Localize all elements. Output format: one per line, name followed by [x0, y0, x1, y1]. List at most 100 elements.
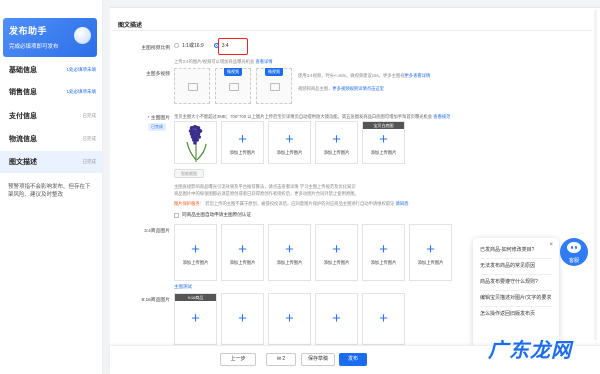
- plus-icon: +: [238, 241, 247, 258]
- video-rules-link[interactable]: 更多视频规则详情点击这里: [332, 86, 384, 91]
- sidebar: 发布助手 完成必填项即可发布 基础信息 1处必填项未填 销售信息 1处必填项未填…: [0, 0, 103, 374]
- top-strip: [110, 0, 600, 8]
- main-image-hint: 宝贝主图大小不能超过3MB；700*700 以上图片上传后宝贝详情页自动提供放大…: [174, 114, 450, 120]
- sidebar-item-sales[interactable]: 销售信息 1处必填项未填: [0, 81, 102, 103]
- upload-caption: 添加上传图片: [370, 150, 397, 155]
- ratio916-caption: 9:16商品: [175, 294, 216, 301]
- envelope-icon: ✉: [276, 356, 282, 362]
- sidebar-item-status: 已完成: [82, 159, 97, 164]
- completed-badge: 已完成: [148, 123, 166, 131]
- upload-image-slot[interactable]: + 添加上传图片: [221, 121, 264, 164]
- upload-34-slot[interactable]: + 添加上传图片: [268, 224, 311, 281]
- ratio-option-1-1[interactable]: 1:1或16:9: [174, 42, 204, 49]
- protect-link[interactable]: 请知悉: [396, 201, 409, 206]
- smart-crop-button[interactable]: 智能裁图: [174, 169, 204, 178]
- upload-caption: 添加上传图片: [276, 260, 303, 265]
- plus-icon: +: [285, 310, 294, 327]
- warning-tip: 预警项指不会影响发布、但存在下架风险、建议及时整改: [8, 184, 91, 198]
- upload-34-slot[interactable]: + 添加上传图片: [362, 224, 405, 281]
- lightbulb-icon: [74, 27, 91, 44]
- product-image[interactable]: [174, 121, 217, 164]
- upload-34-slot[interactable]: + 添加上传图片: [315, 224, 358, 281]
- plus-icon: +: [238, 310, 247, 327]
- plus-icon: +: [426, 241, 435, 258]
- divider: [112, 30, 592, 31]
- sidebar-item-basic[interactable]: 基础信息 1处必填项未填: [0, 59, 102, 81]
- upload-34-slot[interactable]: + 添加上传图片: [221, 224, 264, 281]
- customer-service-button[interactable]: 客服: [560, 238, 588, 266]
- sidebar-item-description[interactable]: 图文描述 已完成: [0, 151, 102, 173]
- ratio-detail-link[interactable]: 查看详情: [255, 59, 272, 64]
- publish-button[interactable]: 发布: [339, 353, 367, 366]
- plus-icon: +: [379, 310, 388, 327]
- upload-image-slot[interactable]: + 添加上传图片: [315, 121, 358, 164]
- video-slot[interactable]: [174, 68, 210, 104]
- ratio-label: 主图视频比例: [141, 46, 170, 51]
- publish-assistant-card[interactable]: 发布助手 完成必填项即可发布: [3, 18, 97, 57]
- upload-caption: 添加上传图片: [370, 260, 397, 265]
- assistant-label: 客服: [568, 258, 579, 264]
- upload-caption: 添加上传图片: [276, 150, 303, 155]
- faq-item[interactable]: 已发商品-如何修改类目?: [480, 243, 552, 259]
- upload-caption: 添加上传图片: [229, 150, 256, 155]
- grape-hyacinth-image: [175, 122, 216, 163]
- hint-text: 使用3:4视频，时长<=60s，微视频建议15s，更多主图视: [298, 73, 405, 78]
- faq-item[interactable]: 商品发布要遵守什么规则?: [480, 275, 552, 291]
- video-hint-2: 视频和商品主图，更多视频规则详情点击这里: [298, 86, 384, 92]
- video-hint-1: 使用3:4视频，时长<=60s，微视频建议15s，更多主图视更多查看详情: [298, 73, 430, 79]
- sidebar-item-status: 1处必填项未填: [66, 67, 96, 72]
- ratio-hint: 上传3:4的图片/视频可以增加商品曝光机会 查看详情: [174, 59, 273, 65]
- video-tag: 微视频: [224, 68, 242, 76]
- upload-916-slot[interactable]: +: [268, 293, 311, 345]
- upload-916-slot[interactable]: 9:16商品 +: [174, 293, 217, 345]
- upload-caption: 添加上传图片: [323, 260, 350, 265]
- hint-text: 宝贝主图大小不能超过3MB；700*700 以上图片上传后宝贝详情页自动提供放大…: [174, 114, 433, 119]
- sidebar-item-logistics[interactable]: 物流信息 已完成: [0, 128, 102, 150]
- faq-item[interactable]: 怎么操作返回旧版发布页: [480, 307, 552, 322]
- upload-caption: 添加上传图片: [229, 260, 256, 265]
- sidebar-item-label: 基础信息: [9, 67, 37, 74]
- checkbox-icon: [174, 212, 179, 218]
- white-bg-caption: 宝贝白底图: [363, 122, 404, 129]
- upload-916-slot[interactable]: +: [362, 293, 405, 345]
- radio-label: 1:1或16:9: [182, 43, 204, 49]
- info-paragraph-1: 主图直接影响商品曝光引流效果及平台推荐算法，请点击查看详情 学习主图上传规范及优…: [174, 184, 356, 189]
- ratio916-label: 9:16商品图片: [141, 298, 170, 303]
- sidebar-item-status: 已完成: [82, 136, 97, 141]
- upload-white-bg-slot[interactable]: 宝贝白底图 + 添加上传图片: [362, 121, 405, 164]
- upload-916-slot[interactable]: +: [315, 293, 358, 345]
- hint-text: 视频和商品主图，: [298, 86, 333, 91]
- upload-916-slot[interactable]: +: [221, 293, 264, 345]
- upload-image-slot[interactable]: + 添加上传图片: [268, 121, 311, 164]
- main-test-link[interactable]: 主图测试: [174, 284, 192, 290]
- close-icon[interactable]: ×: [549, 242, 553, 248]
- video-slot[interactable]: 微视频: [256, 68, 292, 104]
- robot-icon: [567, 242, 581, 253]
- plus-icon: +: [332, 310, 341, 327]
- plus-icon: +: [191, 241, 200, 258]
- faq-item[interactable]: 编辑宝贝描述对图片/文字的要求: [480, 291, 552, 307]
- upload-34-slot[interactable]: + 添加上传图片: [409, 224, 452, 281]
- save-draft-button[interactable]: 保存草稿: [301, 353, 335, 366]
- faq-item[interactable]: 无法发布商品的常见原因: [480, 259, 552, 275]
- prev-step-button[interactable]: 上一步: [220, 353, 256, 366]
- plus-icon: +: [191, 310, 200, 327]
- camera-icon: [188, 83, 198, 91]
- spec-link[interactable]: 查看规范: [433, 114, 450, 119]
- sidebar-item-status: 已完成: [82, 113, 97, 118]
- upload-34-slot[interactable]: + 添加上传图片: [174, 224, 217, 281]
- sidebar-item-payment[interactable]: 支付信息 已完成: [0, 105, 102, 127]
- hint-text: 上传3:4的图片/视频可以增加商品曝光机会: [174, 59, 255, 64]
- video-tag: 微视频: [265, 68, 283, 76]
- camera-icon: [229, 83, 239, 91]
- info-paragraph-2: 商品图片中的每张图都必须是原创或者已获得原创作者授权后，更多动图片合同外禁止使用…: [174, 191, 359, 196]
- scrollbar[interactable]: [594, 10, 597, 340]
- radio-icon: [174, 43, 179, 48]
- label-text: 主图图片: [150, 116, 170, 121]
- video-detail-link[interactable]: 更多查看详情: [405, 73, 431, 78]
- plus-icon: +: [379, 131, 388, 148]
- video-slot[interactable]: 微视频: [215, 68, 251, 104]
- auto-cert-checkbox[interactable]: 同商品主图自动申请主图原创认证: [174, 212, 251, 218]
- message-button[interactable]: ✉ 2: [266, 353, 296, 366]
- upload-caption: 添加上传图片: [417, 260, 444, 265]
